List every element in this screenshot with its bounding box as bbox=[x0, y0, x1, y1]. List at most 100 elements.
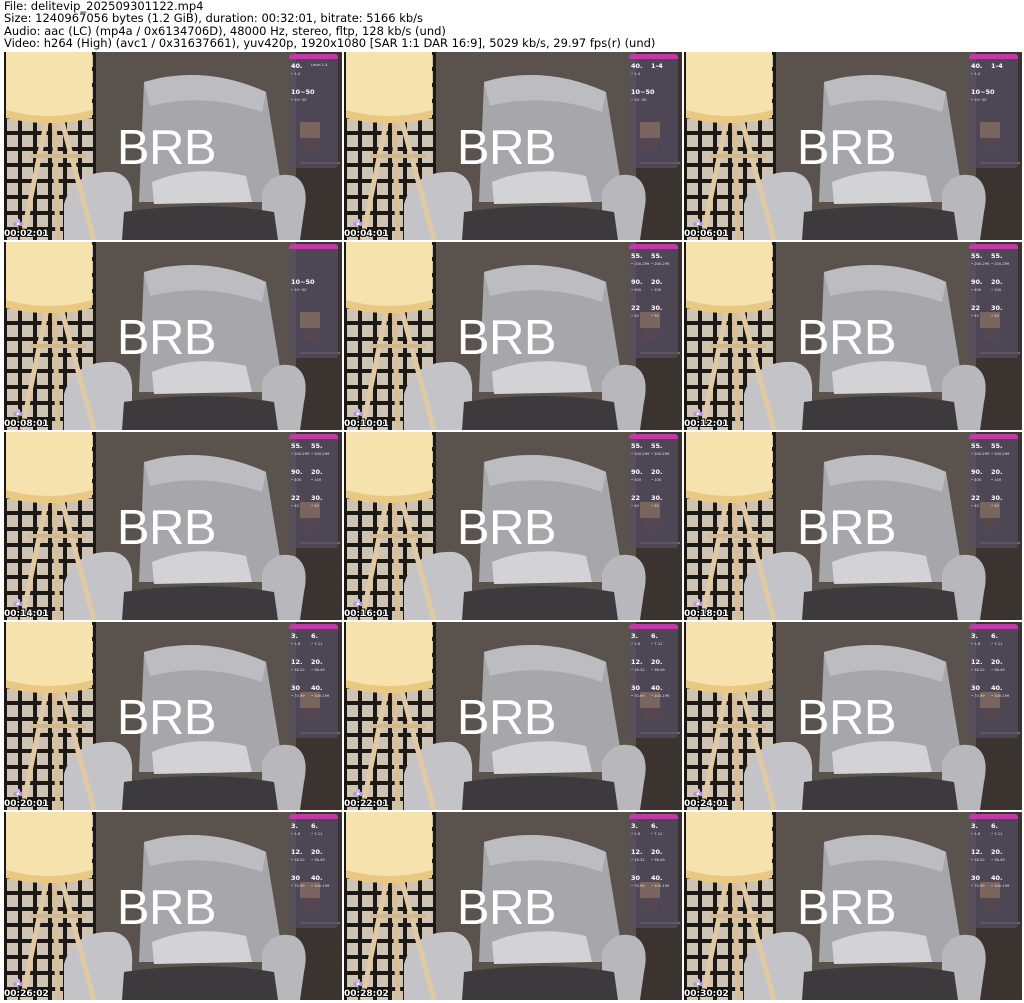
brb-overlay-text: BRB bbox=[116, 501, 217, 555]
tip-level: • 40 bbox=[291, 504, 299, 508]
tip-menu-item: 55. • 200-299 bbox=[651, 252, 671, 273]
brb-overlay-text: BRB bbox=[796, 311, 897, 365]
tip-level: • 1-6 bbox=[971, 642, 981, 646]
tip-menu-item: 40. • 100-199 bbox=[991, 684, 1011, 705]
tip-level: • 36-49 bbox=[311, 858, 325, 862]
tip-amount: 55. bbox=[991, 252, 1003, 260]
tip-amount: 20. bbox=[651, 658, 663, 666]
tip-level: • 100-199 bbox=[991, 694, 1010, 698]
tip-level: • 1-6 bbox=[291, 642, 301, 646]
tip-menu-item: 20. • 100 bbox=[651, 278, 671, 299]
file-info-header: File: delitevip_202509301122.mp4 Size: 1… bbox=[4, 0, 1020, 52]
tip-level: • 200-299 bbox=[311, 452, 330, 456]
thumbnail-timestamp: 00:10:01 bbox=[344, 419, 389, 429]
tip-level: • 16-22 bbox=[631, 668, 645, 672]
tip-amount: 12. bbox=[291, 658, 303, 666]
tip-level: • 50 bbox=[651, 314, 659, 318]
tip-amount: 6. bbox=[311, 632, 318, 640]
tip-menu-header-bar bbox=[629, 244, 678, 249]
tip-amount: 3. bbox=[631, 822, 638, 830]
tip-level: • 100-199 bbox=[991, 884, 1010, 888]
tip-amount: 30. bbox=[651, 494, 663, 502]
tip-level: • 36-49 bbox=[311, 668, 325, 672]
thumbnail-timestamp: 00:14:01 bbox=[4, 609, 49, 619]
video-thumbnail: BRB 55. • 200-299 55. • 200-299 90. • 400 20. • … bbox=[344, 432, 682, 620]
tip-menu-item: 3. • 1-6 bbox=[291, 822, 311, 843]
thumbnail-timestamp: 00:26:02 bbox=[4, 989, 49, 999]
tip-amount: 30 bbox=[631, 874, 641, 882]
tip-menu-item: 55. • 200-299 bbox=[631, 252, 651, 273]
tip-amount: 22 bbox=[291, 494, 301, 502]
tip-level: • 40 bbox=[971, 314, 979, 318]
tip-menu-item: 10~50 • 10~50 bbox=[631, 88, 655, 109]
tip-level: • 1-6 bbox=[291, 832, 301, 836]
tip-menu-item: 20. • 100 bbox=[651, 468, 671, 489]
thumbnail-timestamp: 00:04:01 bbox=[344, 229, 389, 239]
tip-level: • 100-199 bbox=[651, 884, 670, 888]
tip-amount: 22 bbox=[631, 304, 641, 312]
tip-level: • 50 bbox=[311, 504, 319, 508]
tip-menu-item: 6. • 7-11 bbox=[651, 632, 671, 653]
tip-level: • 7-11 bbox=[311, 642, 323, 646]
tip-amount: 3. bbox=[971, 822, 978, 830]
tip-menu-overlay: 40. • 1-4 Level 1-4 10~50 • 10~50 bbox=[289, 54, 338, 168]
brb-overlay-text: BRB bbox=[116, 311, 217, 365]
tip-amount: 90. bbox=[631, 468, 643, 476]
tip-amount: 20. bbox=[311, 848, 323, 856]
tip-menu-item: 12. • 16-22 bbox=[971, 848, 991, 869]
tip-level: • 7-11 bbox=[991, 642, 1003, 646]
brb-overlay-text: BRB bbox=[116, 121, 217, 175]
video-thumbnail: BRB 55. • 200-299 55. • 200-299 90. • 400 20. • … bbox=[4, 432, 342, 620]
tip-amount: 30 bbox=[291, 874, 301, 882]
tip-amount: 40. bbox=[971, 62, 983, 70]
tip-menu-header-bar bbox=[629, 54, 678, 59]
tip-menu-item: 22 • 40 bbox=[631, 304, 651, 325]
tip-menu-item: 20. • 100 bbox=[991, 278, 1011, 299]
tip-level: • 16-22 bbox=[971, 858, 985, 862]
tip-menu-overlay: 3. • 1-6 6. • 7-11 12. • 16-22 20. • 36-49 30 • 7… bbox=[629, 814, 678, 928]
tip-level: • 16-22 bbox=[971, 668, 985, 672]
tip-menu-item: 20. • 36-49 bbox=[991, 658, 1011, 679]
tip-level: • 36-49 bbox=[651, 858, 665, 862]
tip-menu-header-bar bbox=[969, 54, 1018, 59]
video-thumbnail: BRB 55. • 200-299 55. • 200-299 90. • 400 20. • … bbox=[344, 242, 682, 430]
tip-menu-item: 22 • 40 bbox=[971, 494, 991, 515]
tip-level: • 1-4 bbox=[631, 72, 641, 76]
tip-menu-overlay: 3. • 1-6 6. • 7-11 12. • 16-22 20. • 36-49 30 • 7… bbox=[289, 814, 338, 928]
tip-amount: 30 bbox=[971, 684, 981, 692]
tip-menu-item: 55. • 200-299 bbox=[991, 442, 1011, 463]
tip-level: • 7-11 bbox=[651, 642, 663, 646]
tip-amount: 12. bbox=[971, 848, 983, 856]
tip-menu-overlay: 3. • 1-6 6. • 7-11 12. • 16-22 20. • 36-49 30 • 7… bbox=[629, 624, 678, 738]
tip-amount: 10~50 bbox=[971, 88, 995, 96]
tip-level: • 36-49 bbox=[991, 858, 1005, 862]
brb-overlay-text: BRB bbox=[796, 691, 897, 745]
tip-amount: 30. bbox=[651, 304, 663, 312]
tip-level: • 100-199 bbox=[311, 884, 330, 888]
tip-level: • 10~50 bbox=[971, 98, 987, 102]
tip-level: • 100 bbox=[991, 288, 1002, 292]
tip-menu-header-bar bbox=[969, 624, 1018, 629]
tip-level: • 1-4 bbox=[291, 72, 301, 76]
tip-menu-item: 90. • 400 bbox=[631, 468, 651, 489]
brb-overlay-text: BRB bbox=[796, 121, 897, 175]
tip-amount: 40. bbox=[991, 874, 1003, 882]
tip-amount: 10~50 bbox=[631, 88, 655, 96]
tip-level: • 1-4 bbox=[971, 72, 981, 76]
thumbnail-timestamp: 00:12:01 bbox=[684, 419, 729, 429]
tip-level: • 7-11 bbox=[651, 832, 663, 836]
tip-menu-item: 30. • 50 bbox=[651, 494, 671, 515]
tip-menu-item: 12. • 16-22 bbox=[631, 658, 651, 679]
tip-amount: 90. bbox=[971, 468, 983, 476]
brb-overlay-text: BRB bbox=[796, 501, 897, 555]
tip-amount: 90. bbox=[971, 278, 983, 286]
brb-overlay-text: BRB bbox=[456, 121, 557, 175]
tip-menu-header-bar bbox=[969, 814, 1018, 819]
tip-level: • 70-99 bbox=[971, 694, 985, 698]
thumbnail-timestamp: 00:22:01 bbox=[344, 799, 389, 809]
tip-menu-item: 40. • 100-199 bbox=[651, 684, 671, 705]
tip-menu-item: 12. • 16-22 bbox=[291, 848, 311, 869]
tip-level: • 70-99 bbox=[631, 694, 645, 698]
video-thumbnail: BRB 3. • 1-6 6. • 7-11 12. • 16-22 20. • 36-49 30… bbox=[684, 622, 1022, 810]
tip-menu-item: 3. • 1-6 bbox=[971, 822, 991, 843]
